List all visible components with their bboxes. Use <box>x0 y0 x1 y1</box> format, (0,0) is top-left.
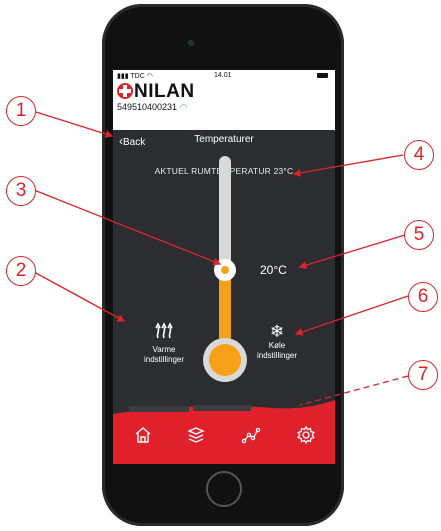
thermometer-bulb-fill <box>209 344 241 376</box>
tab-settings[interactable] <box>296 425 316 450</box>
battery-icon <box>317 73 328 78</box>
callout-3: 3 <box>6 176 36 206</box>
settings-gear-icon <box>297 425 315 445</box>
connection-wifi-icon: ◠ <box>179 102 188 112</box>
callout-1-label: 1 <box>15 100 27 121</box>
brand-logo: NILAN <box>117 81 195 103</box>
tab-graph[interactable] <box>241 425 261 450</box>
nilan-logo-icon <box>117 83 133 99</box>
setpoint-value: 20°C <box>260 263 287 277</box>
serial-number: 549510400231 <box>117 102 178 112</box>
home-button[interactable] <box>206 471 242 507</box>
callout-6-label: 6 <box>417 286 429 307</box>
callout-5: 5 <box>404 220 434 250</box>
callout-2-label: 2 <box>15 260 27 281</box>
tab-home[interactable] <box>133 425 153 450</box>
page-title: Temperaturer <box>194 134 254 145</box>
carrier-label: ▮▮▮ TDC ◠ <box>117 72 153 80</box>
callout-5-label: 5 <box>413 224 425 245</box>
snowflake-icon: ❄ <box>269 322 285 341</box>
callout-4-label: 4 <box>413 144 425 165</box>
device-serial: 549510400231 ◠ <box>117 102 187 113</box>
graph-icon <box>241 427 261 444</box>
wifi-icon: ◠ <box>146 73 153 80</box>
tab-layers[interactable] <box>186 425 206 450</box>
callout-7-label: 7 <box>417 364 429 385</box>
slider-handle-dot <box>221 266 229 274</box>
status-time: 14.01 <box>214 72 232 79</box>
callout-1: 1 <box>6 96 36 126</box>
cool-settings-button[interactable]: ❄ Køle indstillinger <box>251 322 303 361</box>
heat-settings-button[interactable]: Varme indstillinger <box>139 322 189 365</box>
callout-2: 2 <box>6 256 36 286</box>
carrier-name: TDC <box>130 73 145 80</box>
app-screen: ▮▮▮ TDC ◠ 14.01 NILAN 549510400231 ◠ ‹Ba… <box>113 70 335 464</box>
status-bar: ▮▮▮ TDC ◠ 14.01 NILAN 549510400231 ◠ <box>113 70 335 130</box>
front-camera <box>188 40 194 46</box>
brand-name: NILAN <box>134 81 195 102</box>
cool-settings-label: Køle indstillinger <box>256 341 298 360</box>
callout-4: 4 <box>404 140 434 170</box>
heat-waves-icon <box>139 322 189 345</box>
signal-icon: ▮▮▮ <box>117 73 131 80</box>
callout-3-label: 3 <box>15 180 27 201</box>
heat-settings-label: Varme indstillinger <box>143 345 185 364</box>
home-icon <box>135 427 151 443</box>
layers-icon <box>187 427 205 443</box>
callout-6: 6 <box>408 282 438 312</box>
callout-7: 7 <box>408 360 438 390</box>
